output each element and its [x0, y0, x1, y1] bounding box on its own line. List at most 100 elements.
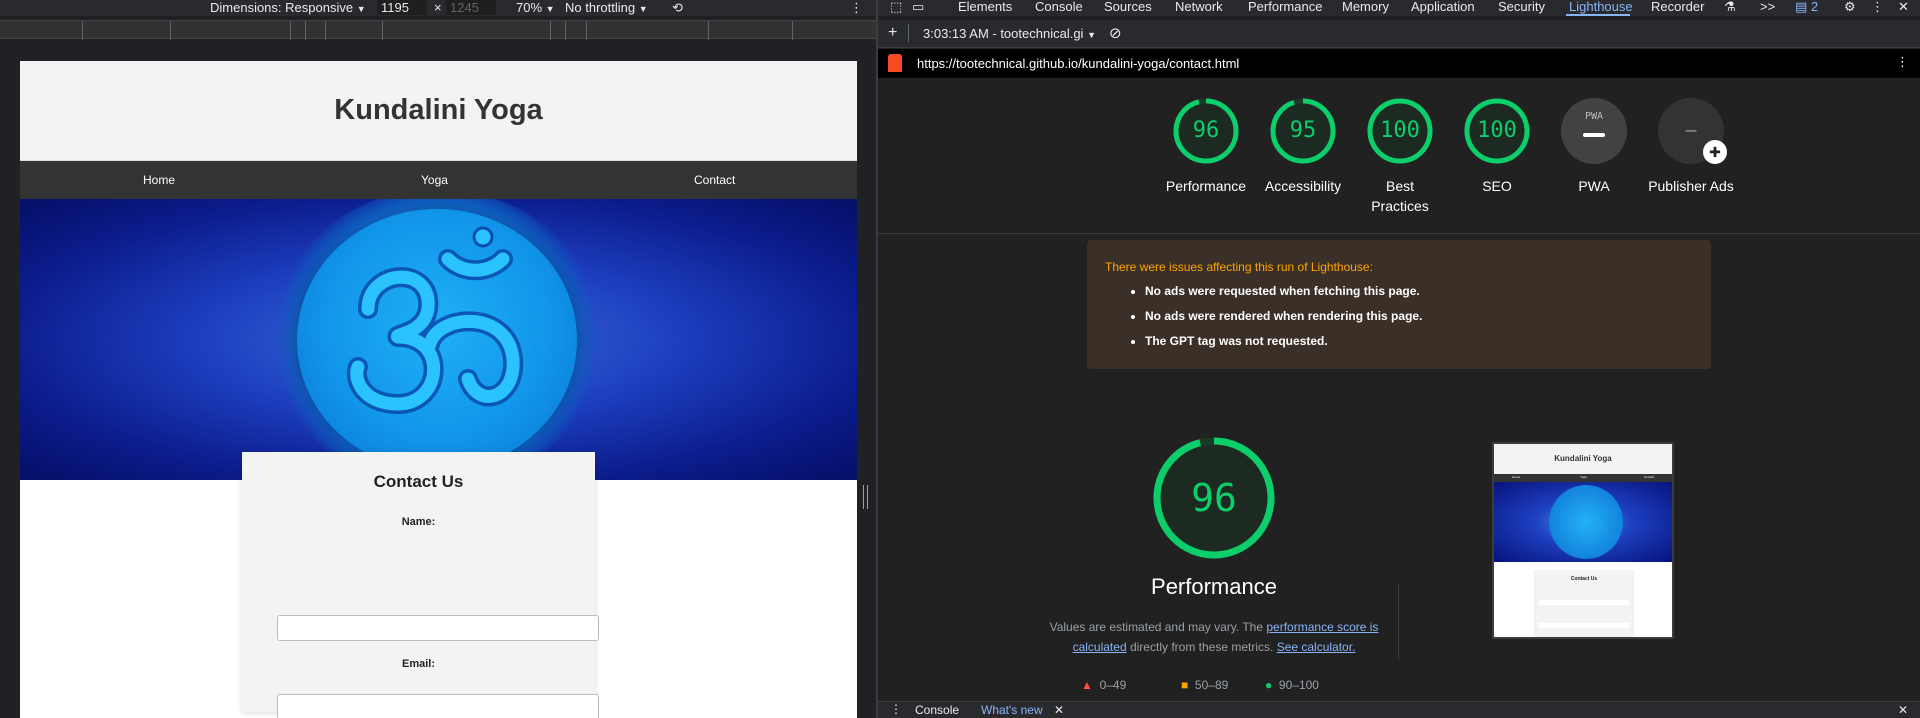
devtools-drawer: ⋮ Console What's new ✕ ✕ [878, 701, 1920, 718]
thumb-hero [1494, 482, 1672, 562]
page-screenshot-thumbnail[interactable]: Kundalini Yoga Home Yoga Contact Contact… [1492, 442, 1674, 639]
warning-title: There were issues affecting this run of … [1105, 260, 1373, 274]
tab-network[interactable]: Network [1175, 0, 1223, 14]
ruler-tick [170, 21, 171, 40]
plugin-puzzle-icon: ✚ [1703, 140, 1727, 164]
throttling-dropdown[interactable]: No throttling ▼ [565, 0, 648, 17]
toolbar-separator [908, 24, 909, 42]
media-query-ruler[interactable] [0, 20, 876, 40]
tab-lighthouse[interactable]: Lighthouse [1569, 0, 1633, 14]
ruler-tick [305, 21, 306, 40]
email-label: Email: [401, 658, 435, 670]
desc-text: directly from these metrics. [1129, 640, 1274, 654]
gauge-publisher-ads[interactable]: – ✚ Publisher Ads [1641, 98, 1741, 196]
thumb-input [1539, 623, 1629, 628]
hero-image [20, 199, 857, 480]
tab-elements[interactable]: Elements [958, 0, 1012, 14]
active-tab-indicator [1566, 14, 1630, 16]
tab-sources[interactable]: Sources [1104, 0, 1152, 14]
report-menu-icon[interactable]: ⋮ [1896, 54, 1909, 70]
pwa-badge-text: PWA [1584, 111, 1604, 122]
new-report-icon[interactable]: + [888, 24, 897, 42]
zoom-dropdown[interactable]: 70% ▼ [516, 0, 555, 17]
report-url-bar: https://tootechnical.github.io/kundalini… [878, 49, 1920, 78]
legend-label: 0–49 [1099, 678, 1127, 692]
gauge-score: 100 [1477, 118, 1517, 143]
report-url[interactable]: https://tootechnical.github.io/kundalini… [917, 56, 1239, 71]
contact-form-card: Contact Us Name: [242, 452, 595, 712]
tab-memory[interactable]: Memory [1342, 0, 1389, 14]
dimensions-dropdown[interactable]: Dimensions: Responsive ▼ [210, 0, 366, 17]
tab-application[interactable]: Application [1411, 0, 1475, 14]
caret-down-icon: ▼ [638, 4, 648, 14]
performance-title: Performance [1151, 574, 1277, 599]
drawer-tab-console[interactable]: Console [915, 703, 959, 717]
issues-badge[interactable]: ▤ 2 [1795, 0, 1818, 14]
swap-dimensions-icon[interactable]: × [434, 0, 442, 15]
width-input[interactable]: 1195 [377, 0, 427, 15]
gauge-score: 96 [1192, 118, 1220, 143]
rotate-icon[interactable]: ⟲ [672, 0, 683, 15]
device-emulation-pane: Dimensions: Responsive ▼ 1195 × 1245 70%… [0, 0, 876, 718]
site-nav: Home Yoga Contact [20, 161, 857, 199]
devtools-panel: ⬚ ▭ Elements Console Sources Network Per… [878, 0, 1920, 718]
drawer-menu-icon[interactable]: ⋮ [890, 702, 902, 716]
more-tabs-icon[interactable]: >> [1760, 0, 1775, 14]
legend-fail: ▲ 0–49 [1081, 678, 1126, 692]
flask-icon: ⚗ [1724, 0, 1736, 14]
gauge-label: Best Practices [1371, 178, 1429, 214]
caret-down-icon: ▼ [356, 4, 366, 14]
resize-handle[interactable] [863, 485, 868, 509]
nav-link-contact[interactable]: Contact [694, 173, 735, 187]
warning-item: The GPT tag was not requested. [1145, 334, 1422, 349]
height-input[interactable]: 1245 [446, 0, 496, 15]
thumb-contact-card: Contact Us [1534, 570, 1634, 637]
more-options-icon[interactable]: ⋮ [1871, 0, 1884, 14]
nav-link-yoga[interactable]: Yoga [421, 173, 448, 187]
inspect-icon[interactable]: ⬚ [890, 0, 902, 14]
caret-down-icon: ▼ [545, 4, 555, 14]
close-tab-icon[interactable]: ✕ [1054, 703, 1064, 717]
tab-security[interactable]: Security [1498, 0, 1545, 14]
gauge-label: Accessibility [1264, 178, 1342, 194]
report-selector[interactable]: 3:03:13 AM - tootechnical.gi ▼ [923, 26, 1096, 41]
warning-item: No ads were requested when fetching this… [1145, 284, 1422, 299]
legend-pass: ● 90–100 [1265, 678, 1319, 692]
tab-recorder[interactable]: Recorder [1651, 0, 1704, 14]
tab-console[interactable]: Console [1035, 0, 1083, 14]
device-toggle-icon[interactable]: ▭ [912, 0, 924, 14]
settings-gear-icon[interactable]: ⚙ [1844, 0, 1856, 14]
thumb-nav-item: Yoga [1580, 475, 1587, 479]
close-devtools-icon[interactable]: ✕ [1898, 0, 1909, 14]
drawer-tab-whats-new[interactable]: What's new [981, 703, 1043, 717]
gauge-pwa[interactable]: PWA PWA [1544, 98, 1644, 196]
category-gauges: 96 Performance 95 Accessibility 100 Best… [878, 78, 1920, 234]
gauge-accessibility[interactable]: 95 Accessibility [1253, 98, 1353, 196]
om-symbol-icon [346, 226, 524, 414]
gauge-score: 100 [1380, 118, 1420, 143]
thumb-input [1539, 600, 1629, 605]
clear-reports-icon[interactable]: ⊘ [1109, 24, 1122, 42]
thumb-contact-title: Contact Us [1570, 576, 1598, 582]
name-input[interactable] [277, 615, 599, 641]
ruler-tick [382, 21, 383, 40]
see-calculator-link[interactable]: See calculator. [1277, 640, 1356, 654]
gauge-score: 95 [1289, 118, 1317, 143]
more-options-icon[interactable]: ⋮ [850, 0, 863, 15]
gauge-best-practices[interactable]: 100 Best Practices [1350, 98, 1450, 216]
gauge-seo[interactable]: 100 SEO [1447, 98, 1547, 196]
lighthouse-logo-icon [888, 54, 902, 72]
square-icon: ■ [1181, 678, 1189, 692]
tab-performance[interactable]: Performance [1248, 0, 1322, 14]
gauge-label: SEO [1482, 178, 1512, 194]
nav-link-home[interactable]: Home [143, 173, 175, 187]
gauge-performance[interactable]: 96 Performance [1156, 98, 1256, 196]
thumb-nav-item: Home [1512, 475, 1521, 479]
email-input[interactable] [277, 694, 599, 718]
devtools-tabbar: ⬚ ▭ Elements Console Sources Network Per… [878, 0, 1920, 16]
ruler-tick [550, 21, 551, 40]
close-drawer-icon[interactable]: ✕ [1898, 703, 1908, 717]
issues-count: 2 [1810, 0, 1819, 14]
ruler-tick [82, 21, 83, 40]
site-title: Kundalini Yoga [334, 94, 543, 126]
